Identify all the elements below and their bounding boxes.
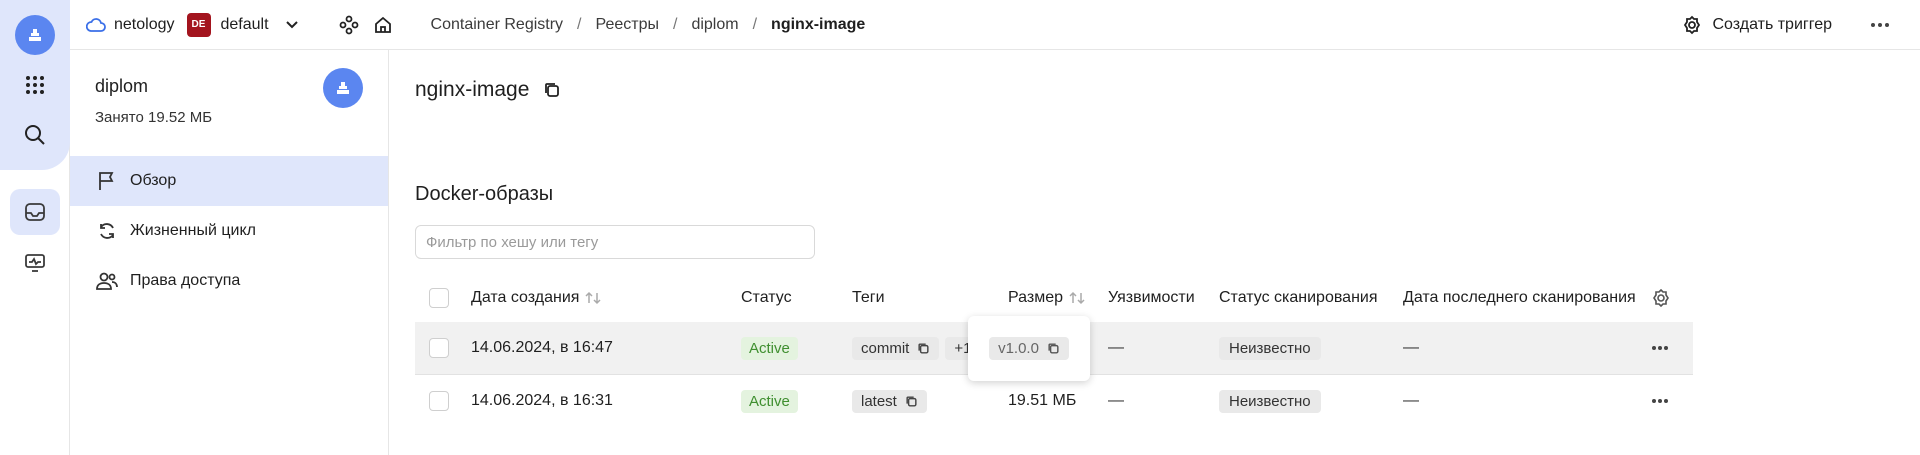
- sidebar-item-label: Обзор: [130, 172, 177, 189]
- column-last-scan: Дата последнего сканирования: [1403, 289, 1636, 306]
- copy-icon[interactable]: [905, 395, 918, 408]
- column-vulnerabilities: Уязвимости: [1108, 289, 1195, 306]
- page-title: nginx-image: [415, 78, 561, 102]
- gear-icon: [1684, 15, 1701, 35]
- inbox-icon[interactable]: [10, 189, 60, 235]
- copy-icon[interactable]: [1047, 342, 1060, 355]
- tag-chip[interactable]: commit: [852, 336, 940, 360]
- breadcrumb: Container Registry / Реестры / diplom / …: [430, 15, 866, 34]
- row-more-icon[interactable]: [1651, 375, 1669, 427]
- apps-grid-icon[interactable]: [15, 65, 55, 105]
- status-cell: Active: [741, 375, 798, 427]
- section-title: Docker-образы: [415, 183, 554, 205]
- top-bar: netology DE default Container Registry /…: [70, 0, 1920, 50]
- tag-chip[interactable]: v1.0.0: [989, 337, 1069, 360]
- registry-title: diplom: [95, 76, 149, 96]
- created-date: 14.06.2024, в 16:47: [471, 339, 613, 356]
- app-logo-button[interactable]: [15, 15, 55, 55]
- created-date: 14.06.2024, в 16:31: [471, 392, 613, 409]
- sidebar: diplom Занято 19.52 МБ Обзор Жизненный ц…: [70, 50, 389, 455]
- scan-status-badge: Неизвестно: [1219, 336, 1321, 360]
- tag-chip[interactable]: latest: [852, 389, 927, 413]
- column-status: Статус: [741, 289, 792, 306]
- column-tags: Теги: [852, 289, 885, 306]
- row-checkbox[interactable]: [429, 375, 449, 427]
- row-checkbox[interactable]: [429, 322, 449, 374]
- column-scan-status: Статус сканирования: [1219, 289, 1378, 306]
- registry-avatar-button[interactable]: [323, 68, 363, 108]
- folder-badge: DE: [186, 12, 211, 37]
- home-icon[interactable]: [373, 15, 393, 35]
- left-rail: [0, 0, 70, 455]
- table-row[interactable]: 14.06.2024, в 16:31 Active latest 19.51 …: [415, 374, 1693, 426]
- page-title-text: nginx-image: [415, 78, 530, 101]
- scan-status-cell: Неизвестно: [1219, 375, 1321, 427]
- column-created[interactable]: Дата создания: [471, 272, 601, 324]
- breadcrumb-diplom[interactable]: diplom: [691, 16, 738, 34]
- create-trigger-label: Создать триггер: [1712, 16, 1832, 33]
- breadcrumb-registries[interactable]: Реестры: [596, 16, 660, 34]
- users-icon: [95, 269, 119, 293]
- folder-name[interactable]: default: [221, 16, 269, 34]
- cloud-name: netology: [114, 15, 175, 33]
- tags-popup: v1.0.0: [968, 316, 1090, 381]
- breadcrumb-container-registry[interactable]: Container Registry: [431, 16, 564, 34]
- vulnerabilities-cell: —: [1108, 339, 1124, 356]
- services-icon[interactable]: [339, 15, 359, 35]
- copy-icon[interactable]: [543, 81, 561, 99]
- search-icon[interactable]: [15, 115, 55, 155]
- refresh-icon: [95, 219, 119, 243]
- status-badge: Active: [741, 389, 798, 413]
- monitoring-icon[interactable]: [15, 243, 55, 283]
- more-icon[interactable]: [1870, 0, 1890, 50]
- sort-icon[interactable]: [585, 291, 601, 305]
- row-more-icon[interactable]: [1651, 322, 1669, 374]
- registry-icon: [337, 82, 349, 94]
- sidebar-item-access[interactable]: Права доступа: [70, 256, 388, 306]
- registry-icon: [29, 29, 41, 41]
- last-scan-cell: —: [1403, 392, 1419, 409]
- chevron-down-icon[interactable]: [285, 20, 299, 30]
- column-settings-icon[interactable]: [1651, 272, 1671, 324]
- copy-icon[interactable]: [917, 342, 930, 355]
- cloud-icon: [86, 17, 106, 32]
- scan-status-badge: Неизвестно: [1219, 389, 1321, 413]
- filter-input[interactable]: [415, 225, 815, 259]
- size-cell: 19.51 МБ: [1008, 392, 1077, 409]
- scan-status-cell: Неизвестно: [1219, 322, 1321, 374]
- flag-icon: [95, 169, 119, 193]
- breadcrumb-current: nginx-image: [771, 15, 866, 33]
- sidebar-item-lifecycle[interactable]: Жизненный цикл: [70, 206, 388, 256]
- vulnerabilities-cell: —: [1108, 392, 1124, 409]
- sidebar-item-overview[interactable]: Обзор: [70, 156, 388, 206]
- status-cell: Active: [741, 322, 798, 374]
- main-content: nginx-image Docker-образы Дата создания …: [390, 50, 1920, 455]
- sidebar-item-label: Жизненный цикл: [130, 222, 256, 239]
- cloud-selector[interactable]: netology: [86, 16, 175, 34]
- select-all-checkbox[interactable]: [429, 272, 449, 324]
- status-badge: Active: [741, 336, 798, 360]
- sidebar-item-label: Права доступа: [130, 272, 241, 289]
- registry-usage: Занято 19.52 МБ: [95, 109, 213, 126]
- tags-cell: commit +1: [852, 322, 981, 374]
- sort-icon[interactable]: [1069, 291, 1085, 305]
- last-scan-cell: —: [1403, 339, 1419, 356]
- create-trigger-button[interactable]: Создать триггер: [1682, 0, 1832, 50]
- tags-cell: latest: [852, 375, 927, 427]
